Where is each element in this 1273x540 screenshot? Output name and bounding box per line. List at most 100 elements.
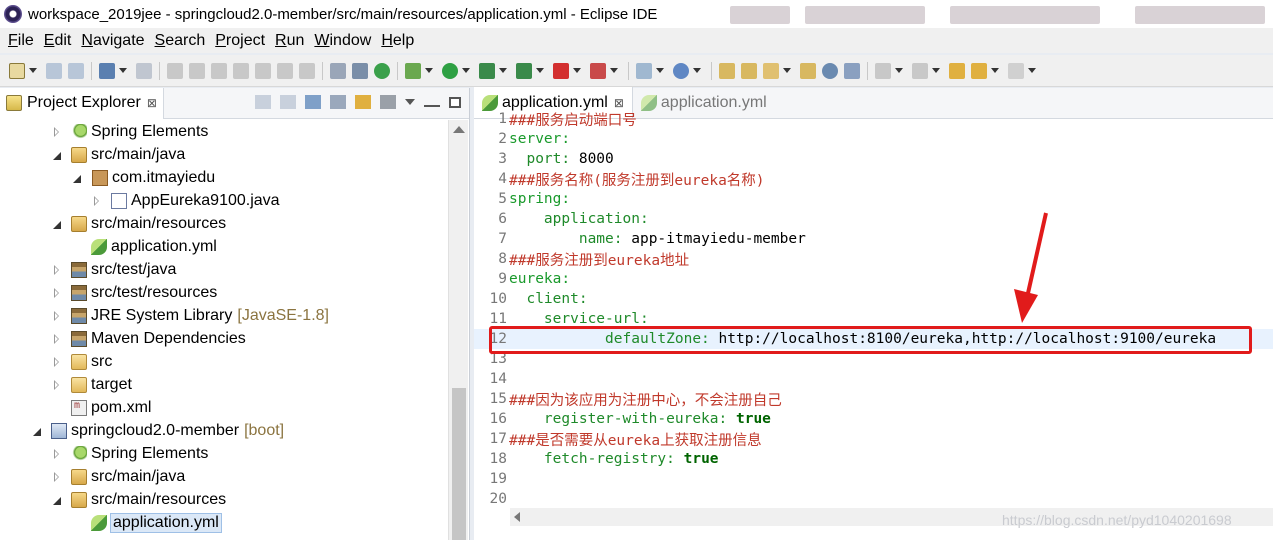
tree-item-application-yml[interactable]: application.yml [72, 235, 217, 258]
expand-icon[interactable] [52, 264, 62, 275]
chevron-down-icon[interactable] [932, 68, 940, 73]
expand-icon[interactable] [52, 356, 62, 367]
tree-item-project[interactable]: springcloud2.0-member [boot] [32, 419, 284, 442]
view-menu-icon[interactable] [405, 99, 415, 105]
chevron-down-icon[interactable] [656, 68, 664, 73]
tree-item-src[interactable]: src [52, 350, 112, 373]
tree-item-pom[interactable]: pom.xml [52, 396, 151, 419]
tree-item-target[interactable]: target [52, 373, 132, 396]
step-into-icon[interactable] [255, 62, 271, 79]
tree-item-maven-dependencies[interactable]: Maven Dependencies [52, 327, 246, 350]
chevron-down-icon[interactable] [119, 68, 127, 73]
expand-icon[interactable] [52, 333, 62, 344]
menu-navigate[interactable]: Navigate [77, 32, 148, 50]
tree-item-src-main-java[interactable]: src/main/java [52, 143, 185, 166]
maximize-icon[interactable] [449, 96, 461, 108]
globe-icon[interactable] [822, 62, 838, 79]
new-java-class-icon[interactable] [673, 62, 689, 79]
chevron-down-icon[interactable] [991, 68, 999, 73]
save-icon[interactable] [46, 62, 62, 79]
tree-item-jre-library[interactable]: JRE System Library [JavaSE-1.8] [52, 304, 329, 327]
expand-icon[interactable] [52, 379, 62, 390]
toggle-mark-icon[interactable] [352, 62, 368, 79]
collapse-icon[interactable] [52, 150, 62, 160]
search-icon[interactable] [763, 62, 779, 79]
resume-icon[interactable] [167, 62, 183, 79]
tree-item-application-yml-selected[interactable]: application.yml [72, 511, 222, 534]
collapse-icon[interactable] [52, 219, 62, 229]
menu-file[interactable]: File [4, 32, 38, 50]
forward-icon[interactable] [1008, 62, 1024, 79]
chevron-down-icon[interactable] [29, 68, 37, 73]
tree-item-src-test-resources[interactable]: src/test/resources [52, 281, 217, 304]
open-folder-icon[interactable] [800, 62, 816, 79]
tree-item-package[interactable]: com.itmayiedu [72, 166, 215, 189]
expand-icon[interactable] [52, 471, 62, 482]
server-icon[interactable] [590, 62, 606, 79]
tree-item-spring-elements[interactable]: Spring Elements [52, 120, 208, 143]
previous-annotation-icon[interactable] [912, 62, 928, 79]
terminal-icon[interactable] [99, 62, 115, 79]
stop-icon[interactable] [553, 62, 569, 79]
filters-icon[interactable] [380, 95, 396, 109]
collapse-all-icon[interactable] [330, 95, 346, 109]
skip-breakpoints-icon[interactable] [136, 62, 152, 79]
chevron-down-icon[interactable] [573, 68, 581, 73]
expand-icon[interactable] [52, 287, 62, 298]
annotation-icon[interactable] [844, 62, 860, 79]
chevron-down-icon[interactable] [425, 68, 433, 73]
back-icon[interactable] [971, 62, 987, 79]
close-icon[interactable]: ⊠ [614, 96, 624, 110]
explorer-vertical-scrollbar[interactable] [448, 120, 468, 540]
run-icon[interactable] [442, 62, 458, 79]
tree-item-spring-elements[interactable]: Spring Elements [52, 442, 208, 465]
next-annotation-icon[interactable] [875, 62, 891, 79]
code-editor[interactable]: 1 ###服务启动端口号 2 server: 3 port: 8000 4 ###服务… [474, 111, 1273, 509]
menu-run[interactable]: Run [271, 32, 308, 50]
chevron-down-icon[interactable] [536, 68, 544, 73]
step-over-icon[interactable] [277, 62, 293, 79]
menu-window[interactable]: Window [310, 32, 375, 50]
suspend-icon[interactable] [189, 62, 205, 79]
collapse-icon[interactable] [72, 173, 82, 183]
menu-help[interactable]: Help [377, 32, 418, 50]
debug-icon[interactable] [405, 62, 421, 79]
link-with-editor-icon[interactable] [355, 95, 371, 109]
scroll-up-icon[interactable] [453, 126, 465, 133]
open-type-icon[interactable] [719, 62, 735, 79]
chevron-down-icon[interactable] [693, 68, 701, 73]
tree-item-src-test-java[interactable]: src/test/java [52, 258, 176, 281]
new-icon[interactable] [9, 62, 25, 79]
new-server-icon[interactable] [636, 62, 652, 79]
disconnect-icon[interactable] [233, 62, 249, 79]
menu-project[interactable]: Project [211, 32, 269, 50]
collapse-icon[interactable] [32, 426, 42, 436]
step-return-icon[interactable] [299, 62, 315, 79]
last-edit-icon[interactable] [949, 62, 965, 79]
external-tools-icon[interactable] [516, 62, 532, 79]
forward-icon[interactable] [280, 95, 296, 109]
expand-icon[interactable] [52, 448, 62, 459]
outline-icon[interactable] [330, 62, 346, 79]
spring-boot-icon[interactable] [374, 62, 390, 79]
menu-search[interactable]: Search [151, 32, 210, 50]
chevron-down-icon[interactable] [610, 68, 618, 73]
chevron-down-icon[interactable] [1028, 68, 1036, 73]
chevron-down-icon[interactable] [462, 68, 470, 73]
minimize-icon[interactable] [424, 105, 440, 107]
expand-icon[interactable] [92, 195, 102, 206]
scroll-left-icon[interactable] [514, 512, 520, 522]
tree-item-src-main-resources[interactable]: src/main/resources [52, 488, 226, 511]
close-icon[interactable]: ⊠ [147, 96, 157, 110]
chevron-down-icon[interactable] [783, 68, 791, 73]
coverage-icon[interactable] [479, 62, 495, 79]
tree-item-java-file[interactable]: AppEureka9100.java [92, 189, 280, 212]
tab-project-explorer[interactable]: Project Explorer ⊠ [0, 87, 164, 119]
open-task-icon[interactable] [741, 62, 757, 79]
expand-icon[interactable] [52, 126, 62, 137]
chevron-down-icon[interactable] [895, 68, 903, 73]
expand-icon[interactable] [52, 310, 62, 321]
scrollbar-thumb[interactable] [452, 388, 466, 540]
back-icon[interactable] [255, 95, 271, 109]
terminate-icon[interactable] [211, 62, 227, 79]
